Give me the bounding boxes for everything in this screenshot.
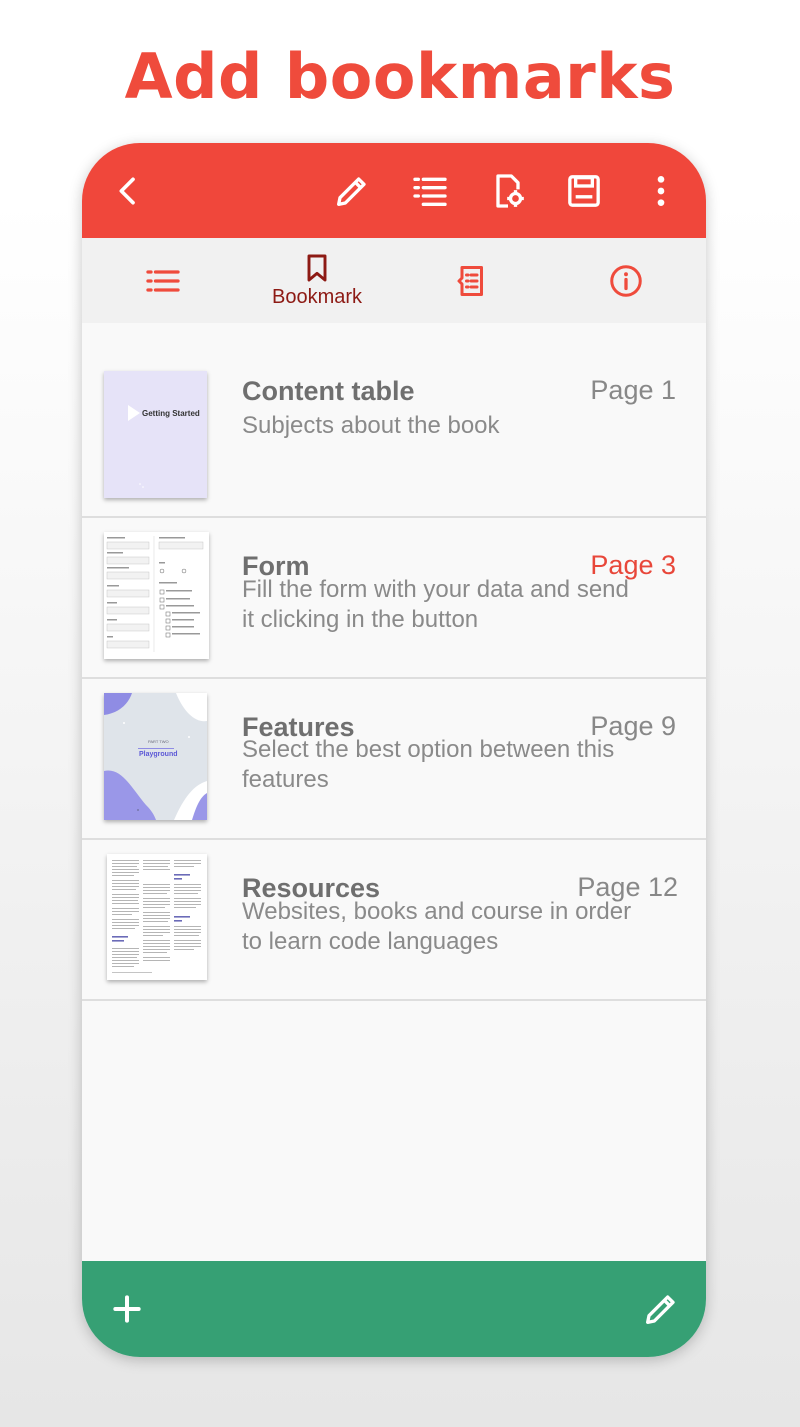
play-icon — [128, 405, 144, 488]
info-icon — [610, 264, 642, 297]
edit-bookmarks-button[interactable] — [637, 1285, 685, 1333]
bookmark-title: Content table — [242, 376, 415, 406]
tab-notes[interactable] — [406, 238, 536, 323]
list-icon — [146, 269, 180, 292]
list-item[interactable]: Form Page 3 Fill the form with your data… — [82, 518, 706, 679]
form-thumbnail-art — [106, 536, 204, 652]
phone-frame: Bookmark Getting Started Content table P… — [82, 143, 706, 1357]
edit-button[interactable] — [328, 167, 376, 215]
pencil-icon — [337, 177, 366, 206]
bookmark-desc: Subjects about the book — [242, 412, 500, 439]
more-vert-icon — [657, 176, 665, 206]
document-settings-icon — [496, 174, 524, 208]
bookmark-desc: Fill the form with your data and send it… — [242, 576, 629, 633]
notes-icon — [457, 265, 483, 296]
page-thumbnail: Getting Started — [104, 371, 207, 498]
add-icon — [113, 1295, 141, 1323]
bookmark-desc: Select the best option between this feat… — [242, 736, 615, 793]
tab-bar: Bookmark — [82, 238, 706, 323]
tab-bookmark[interactable]: Bookmark — [252, 238, 382, 323]
page-thumbnail — [104, 532, 209, 659]
thumb-subtitle: PART TWO — [148, 739, 169, 744]
tab-info[interactable] — [561, 238, 691, 323]
bookmark-page: Page 1 — [590, 375, 676, 405]
toc-button[interactable] — [406, 167, 454, 215]
top-toolbar — [82, 143, 706, 238]
list-item[interactable]: Getting Started Content table Page 1 Sub… — [82, 343, 706, 518]
text-thumbnail-art — [112, 860, 201, 973]
tab-contents[interactable] — [98, 238, 228, 323]
page-thumbnail: PART TWO Playground — [104, 693, 207, 820]
thumb-title: Getting Started — [142, 409, 200, 418]
tab-bookmark-label: Bookmark — [271, 286, 363, 308]
bookmark-icon — [307, 254, 327, 282]
back-icon — [119, 177, 135, 205]
bookmark-list: Getting Started Content table Page 1 Sub… — [82, 343, 706, 1001]
more-button[interactable] — [637, 167, 685, 215]
list-item[interactable]: PART TWO Playground Features Page 9 Sele… — [82, 679, 706, 840]
list-item[interactable]: Resources Page 12 Websites, books and co… — [82, 840, 706, 1001]
add-bookmark-button[interactable] — [103, 1285, 151, 1333]
bookmark-desc: Websites, books and course in order to l… — [242, 898, 632, 955]
page-thumbnail — [107, 854, 207, 980]
bottom-bar — [82, 1261, 706, 1357]
headline: Add bookmarks — [124, 40, 676, 113]
document-settings-button[interactable] — [484, 167, 532, 215]
back-button[interactable] — [104, 167, 152, 215]
list-icon — [413, 177, 447, 206]
save-button[interactable] — [560, 167, 608, 215]
save-icon — [568, 175, 600, 207]
pencil-icon — [646, 1295, 675, 1324]
thumb-title: Playground — [139, 751, 178, 758]
